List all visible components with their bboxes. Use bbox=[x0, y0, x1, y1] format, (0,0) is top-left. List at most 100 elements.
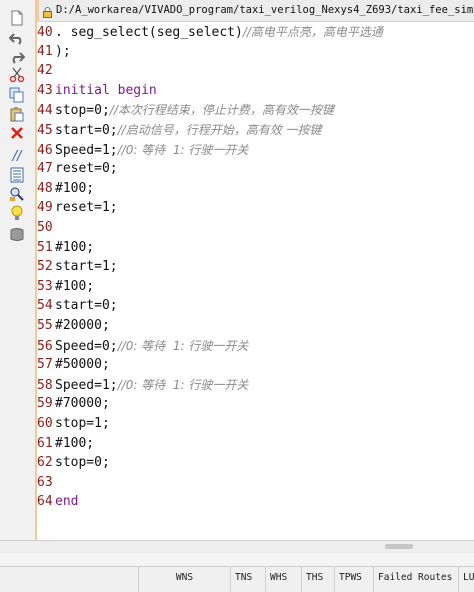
file-path-bar: D:/A_workarea/VIVADO_program/taxi_verilo… bbox=[39, 0, 474, 22]
line-number: 41 bbox=[37, 43, 53, 59]
line-number: 46 bbox=[37, 142, 53, 158]
code-line[interactable]: 49 reset=1; bbox=[37, 198, 118, 218]
code-line[interactable]: 46 Speed=1;//0: 等待 1: 行驶一开关 bbox=[37, 140, 248, 160]
code-text: ); bbox=[55, 43, 71, 59]
line-number: 56 bbox=[37, 338, 53, 354]
line-number: 60 bbox=[37, 416, 53, 431]
code-line[interactable]: 58 Speed=1;//0: 等待 1: 行驶一开关 bbox=[37, 375, 248, 395]
code-line[interactable]: 52 start=1; bbox=[37, 257, 118, 277]
line-number: 61 bbox=[37, 435, 53, 451]
code-text: stop=0; bbox=[55, 103, 110, 119]
column-header[interactable]: LU bbox=[458, 567, 474, 592]
line-number: 58 bbox=[37, 377, 53, 393]
column-header[interactable]: THS bbox=[301, 567, 334, 592]
code-text: Speed=1; bbox=[55, 142, 118, 158]
code-comment: //0: 等待 1: 行驶一开关 bbox=[117, 338, 249, 353]
column-header[interactable]: TNS bbox=[230, 567, 265, 592]
code-text: stop=0; bbox=[55, 455, 110, 471]
code-text: start=1; bbox=[55, 259, 118, 275]
box-icon[interactable] bbox=[9, 167, 25, 183]
line-number: 48 bbox=[37, 180, 53, 196]
code-editor[interactable]: 40. seg_select(seg_select)//高电平点亮，高电平选通 4… bbox=[37, 22, 474, 540]
code-line[interactable]: 56 Speed=0;//0: 等待 1: 行驶一开关 bbox=[37, 336, 248, 356]
code-text: #100; bbox=[55, 239, 95, 255]
code-comment: //0: 等待 1: 行驶一开关 bbox=[117, 377, 249, 392]
line-number: 63 bbox=[37, 474, 53, 490]
code-line[interactable]: 53 #100; bbox=[37, 277, 94, 297]
line-number: 52 bbox=[37, 259, 53, 275]
horizontal-scrollbar[interactable] bbox=[0, 540, 474, 553]
line-number: 64 bbox=[37, 494, 53, 510]
timing-table-header: WNS TNS WHS THS TPWS Failed Routes LU bbox=[0, 566, 474, 592]
column-header[interactable]: WNS bbox=[138, 567, 230, 592]
code-keyword: initial begin bbox=[55, 82, 157, 98]
code-text: #20000; bbox=[55, 318, 110, 333]
delete-icon[interactable] bbox=[9, 125, 25, 141]
scrollbar-thumb[interactable] bbox=[385, 544, 413, 549]
code-text: . seg_select(seg_select) bbox=[55, 25, 243, 40]
code-line[interactable]: 44 stop=0;//本次行程结束，停止计费，高有效一按键 bbox=[37, 100, 334, 120]
code-line[interactable]: 41); bbox=[37, 42, 71, 62]
code-line[interactable]: 55 #20000; bbox=[37, 316, 110, 336]
line-number: 59 bbox=[37, 396, 53, 412]
code-line[interactable]: 57 #50000; bbox=[37, 355, 110, 375]
copy-icon[interactable] bbox=[9, 87, 25, 103]
document-icon[interactable] bbox=[9, 10, 25, 26]
code-text: #100; bbox=[55, 278, 95, 294]
code-line[interactable]: 51 #100; bbox=[37, 238, 94, 258]
editor-toolbar: // bbox=[0, 0, 36, 540]
lightbulb-icon[interactable] bbox=[9, 205, 25, 221]
column-header[interactable]: WHS bbox=[265, 567, 301, 592]
code-line[interactable]: 50 bbox=[37, 218, 55, 238]
code-text: reset=0; bbox=[55, 161, 118, 177]
code-line[interactable]: 47 reset=0; bbox=[37, 159, 118, 179]
code-text: reset=1; bbox=[55, 200, 118, 216]
code-line[interactable]: 64 end bbox=[37, 492, 78, 512]
code-line[interactable]: 59 #70000; bbox=[37, 394, 110, 414]
code-text: #100; bbox=[55, 435, 95, 451]
code-line[interactable]: 61 #100; bbox=[37, 434, 94, 454]
column-header[interactable]: Failed Routes bbox=[373, 567, 458, 592]
code-text: #100; bbox=[55, 180, 95, 196]
code-text: Speed=0; bbox=[55, 338, 118, 354]
undo-icon[interactable] bbox=[9, 30, 25, 46]
code-text: start=0; bbox=[55, 298, 118, 314]
code-comment: //高电平点亮，高电平选通 bbox=[242, 25, 383, 39]
column-header[interactable]: TPWS bbox=[334, 567, 373, 592]
code-line[interactable]: 54 start=0; bbox=[37, 296, 118, 316]
code-line[interactable]: 45 start=0;//启动信号，行程开始，高有效 一按键 bbox=[37, 120, 322, 140]
code-text: stop=1; bbox=[55, 416, 110, 431]
code-line[interactable]: 62 stop=0; bbox=[37, 453, 110, 473]
line-number: 55 bbox=[37, 318, 53, 333]
line-number: 62 bbox=[37, 455, 53, 471]
code-comment: //启动信号，行程开始，高有效 一按键 bbox=[117, 123, 322, 137]
line-number: 47 bbox=[37, 161, 53, 177]
code-line[interactable]: 60 stop=1; bbox=[37, 414, 110, 434]
paste-icon[interactable] bbox=[9, 106, 25, 122]
line-number: 53 bbox=[37, 278, 53, 294]
line-number: 44 bbox=[37, 103, 53, 119]
line-number: 42 bbox=[37, 63, 53, 79]
file-path: D:/A_workarea/VIVADO_program/taxi_verilo… bbox=[56, 4, 474, 16]
code-text: #70000; bbox=[55, 396, 110, 412]
panel-divider bbox=[0, 553, 474, 566]
code-text: Speed=1; bbox=[55, 377, 118, 393]
code-text: start=0; bbox=[55, 123, 118, 138]
code-line[interactable]: 63 bbox=[37, 473, 55, 493]
line-number: 45 bbox=[37, 123, 53, 138]
code-line[interactable]: 40. seg_select(seg_select)//高电平点亮，高电平选通 bbox=[37, 22, 383, 42]
code-text: #50000; bbox=[55, 357, 110, 373]
code-keyword: end bbox=[55, 494, 79, 510]
lock-icon bbox=[43, 5, 52, 18]
code-line[interactable]: 42 bbox=[37, 61, 55, 81]
comment-icon[interactable]: // bbox=[9, 148, 25, 164]
line-number: 54 bbox=[37, 298, 53, 314]
code-line[interactable]: 48 #100; bbox=[37, 179, 94, 199]
redo-icon[interactable] bbox=[9, 49, 25, 65]
find-replace-icon[interactable] bbox=[9, 186, 25, 202]
template-icon[interactable] bbox=[9, 226, 25, 242]
code-comment: //本次行程结束，停止计费，高有效一按键 bbox=[109, 103, 334, 118]
line-number: 49 bbox=[37, 200, 53, 216]
cut-icon[interactable] bbox=[9, 67, 25, 83]
code-line[interactable]: 43 initial begin bbox=[37, 81, 157, 101]
